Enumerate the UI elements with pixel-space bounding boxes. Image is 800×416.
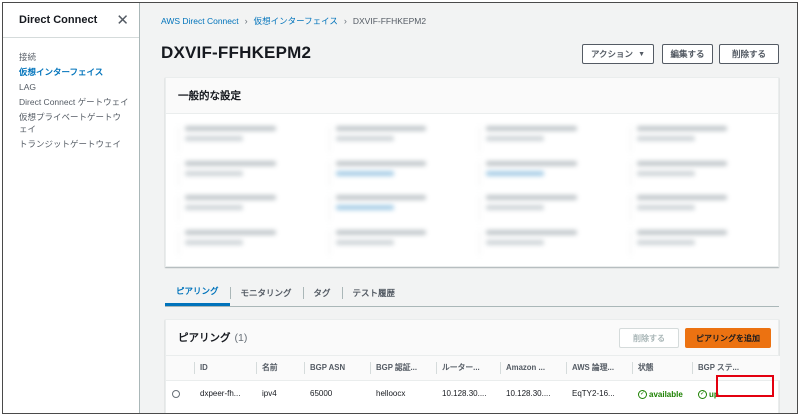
tab-test-history[interactable]: テスト履歴 xyxy=(341,279,407,306)
tab-tags[interactable]: タグ xyxy=(302,279,342,306)
column-header-bgp-asn[interactable]: BGP ASN xyxy=(304,356,370,381)
action-button-label: アクション xyxy=(590,49,634,59)
blurred-field xyxy=(178,126,315,153)
blurred-field xyxy=(479,160,616,187)
peering-panel: ピアリング (1) 削除する ピアリングを追加 ID 名前 BGP ASN BG… xyxy=(165,319,780,413)
sidebar-item-connections[interactable]: 接続 xyxy=(3,51,139,63)
blurred-field xyxy=(629,160,767,187)
blurred-field xyxy=(328,229,466,256)
column-header-aws-logical[interactable]: AWS 論理... xyxy=(566,356,632,381)
blurred-field xyxy=(629,126,767,153)
blurred-field xyxy=(479,195,616,222)
blurred-field xyxy=(178,229,315,256)
tab-peering[interactable]: ピアリング xyxy=(165,279,230,306)
blurred-field xyxy=(328,160,466,187)
breadcrumb: AWS Direct Connect › 仮想インターフェイス › DXVIF-… xyxy=(161,15,426,27)
cell-bgp-auth: helloocx xyxy=(376,388,406,398)
chevron-right-icon: › xyxy=(244,16,248,26)
sidebar-item-virtual-interfaces[interactable]: 仮想インターフェイス xyxy=(3,66,139,78)
blurred-field xyxy=(479,126,616,153)
add-peering-button[interactable]: ピアリングを追加 xyxy=(685,328,771,348)
sidebar-item-lag[interactable]: LAG xyxy=(3,81,139,93)
delete-peering-button[interactable]: 削除する xyxy=(619,328,679,348)
sidebar-item-transit-gateway[interactable]: トランジットゲートウェイ xyxy=(3,138,139,150)
action-dropdown-button[interactable]: アクション ▼ xyxy=(582,44,654,64)
cell-name: ipv4 xyxy=(262,388,277,398)
row-radio-button[interactable] xyxy=(172,389,180,398)
detail-tabs: ピアリング モニタリング タグ テスト履歴 xyxy=(165,279,779,307)
column-header-state[interactable]: 状態 xyxy=(632,356,692,381)
sidebar-nav: 接続 仮想インターフェイス LAG Direct Connect ゲートウェイ … xyxy=(3,38,139,150)
sidebar: Direct Connect ✕ 接続 仮想インターフェイス LAG Direc… xyxy=(3,3,140,413)
blurred-field xyxy=(479,229,616,256)
cell-id: dxpeer-fh... xyxy=(200,388,241,398)
blurred-field xyxy=(178,160,315,187)
general-settings-panel: 一般的な設定 xyxy=(165,77,779,267)
main-content: AWS Direct Connect › 仮想インターフェイス › DXVIF-… xyxy=(141,3,797,413)
check-circle-icon: ✓ xyxy=(698,389,707,399)
sidebar-header: Direct Connect ✕ xyxy=(3,3,139,38)
column-header-name[interactable]: 名前 xyxy=(256,356,304,381)
breadcrumb-link-direct-connect[interactable]: AWS Direct Connect xyxy=(161,16,239,26)
sidebar-item-virtual-private-gateway[interactable]: 仮想プライベートゲートウェイ xyxy=(3,111,139,135)
blurred-field xyxy=(328,126,466,153)
console-frame: Direct Connect ✕ 接続 仮想インターフェイス LAG Direc… xyxy=(2,2,798,414)
cell-bgp-asn: 65000 xyxy=(310,388,333,398)
blurred-field xyxy=(629,195,767,222)
peering-panel-header: ピアリング (1) 削除する ピアリングを追加 xyxy=(166,320,778,356)
delete-button[interactable]: 削除する xyxy=(719,44,779,64)
close-icon[interactable]: ✕ xyxy=(116,13,129,28)
cell-amazon: 10.128.30.... xyxy=(506,388,551,398)
cell-router: 10.128.30.... xyxy=(442,388,487,398)
state-text: available xyxy=(649,389,683,399)
sidebar-title: Direct Connect xyxy=(19,14,98,26)
column-header-bgp-auth[interactable]: BGP 認証... xyxy=(370,356,436,381)
table-row[interactable]: dxpeer-fh... ipv4 65000 helloocx 10.128.… xyxy=(166,380,780,406)
blurred-field xyxy=(328,195,466,222)
column-header-amazon[interactable]: Amazon ... xyxy=(500,356,566,381)
peering-title: ピアリング xyxy=(178,332,231,344)
column-header-router[interactable]: ルーター... xyxy=(436,356,500,381)
breadcrumb-current: DXVIF-FFHKEPM2 xyxy=(352,16,427,26)
edit-button[interactable]: 編集する xyxy=(662,44,713,64)
table-header-row: ID 名前 BGP ASN BGP 認証... ルーター... Amazon .… xyxy=(166,356,780,381)
peering-count: (1) xyxy=(234,331,248,344)
column-header-id[interactable]: ID xyxy=(194,356,256,381)
check-circle-icon: ✓ xyxy=(638,389,647,399)
chevron-right-icon: › xyxy=(343,16,347,26)
breadcrumb-link-virtual-interfaces[interactable]: 仮想インターフェイス xyxy=(254,15,338,27)
select-column-header xyxy=(166,356,194,381)
general-settings-title: 一般的な設定 xyxy=(166,78,778,114)
cell-state: ✓ available xyxy=(632,380,692,406)
tab-monitoring[interactable]: モニタリング xyxy=(229,279,303,306)
annotation-highlight-box xyxy=(716,375,774,397)
peering-table: ID 名前 BGP ASN BGP 認証... ルーター... Amazon .… xyxy=(166,356,780,406)
sidebar-item-dx-gateway[interactable]: Direct Connect ゲートウェイ xyxy=(3,96,139,108)
cell-aws-logical: EqTY2-16... xyxy=(572,388,615,398)
row-select-cell xyxy=(166,380,194,406)
state-status: ✓ available xyxy=(638,389,683,399)
blurred-settings-grid xyxy=(178,126,766,256)
caret-down-icon: ▼ xyxy=(638,50,645,58)
blurred-field xyxy=(178,195,315,222)
blurred-field xyxy=(629,229,767,256)
page-title: DXVIF-FFHKEPM2 xyxy=(161,43,312,62)
